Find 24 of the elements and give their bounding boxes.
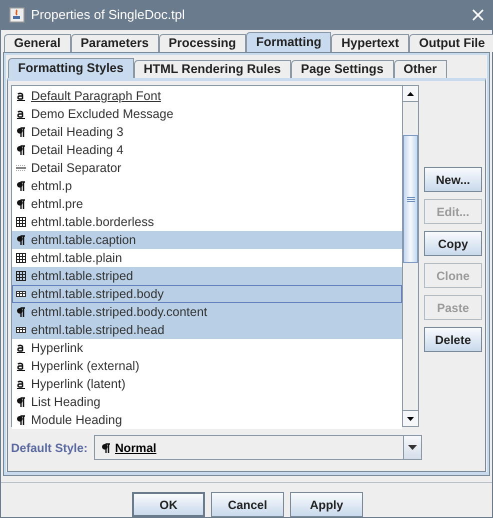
side-button[interactable]: Delete [424,327,482,352]
subtab[interactable]: Formatting Styles [8,58,134,78]
tab[interactable]: Formatting [246,32,332,52]
subtab[interactable]: Page Settings [290,60,394,78]
tab[interactable]: Processing [158,34,246,52]
side-button[interactable]: New... [424,167,482,192]
style-list-item[interactable]: ehtml.table.striped.body [12,285,402,303]
style-list-item[interactable]: ehtml.table.caption [12,231,402,249]
side-button[interactable]: Copy [424,231,482,256]
default-style-label: Default Style: [11,440,89,456]
subtab[interactable]: Other [394,60,447,78]
dialog-button[interactable]: OK [132,492,205,517]
tab[interactable]: Parameters [70,34,159,52]
tab[interactable]: Hypertext [331,34,410,52]
style-list-item[interactable]: ehtml.table.striped.body.content [12,303,402,321]
dialog-button[interactable]: Apply [290,492,363,517]
dialog-button[interactable]: Cancel [211,492,284,517]
window-title: Properties of SingleDoc.tpl [31,6,186,24]
tab[interactable]: General [4,34,71,52]
subtab[interactable]: HTML Rendering Rules [134,60,291,78]
style-list-item[interactable]: ehtml.table.striped.head [12,321,402,339]
default-style-dropdown[interactable]: Normal [94,435,422,460]
style-list-item[interactable]: ehtml.table.striped [12,267,402,285]
tab[interactable]: Output File [409,34,493,52]
